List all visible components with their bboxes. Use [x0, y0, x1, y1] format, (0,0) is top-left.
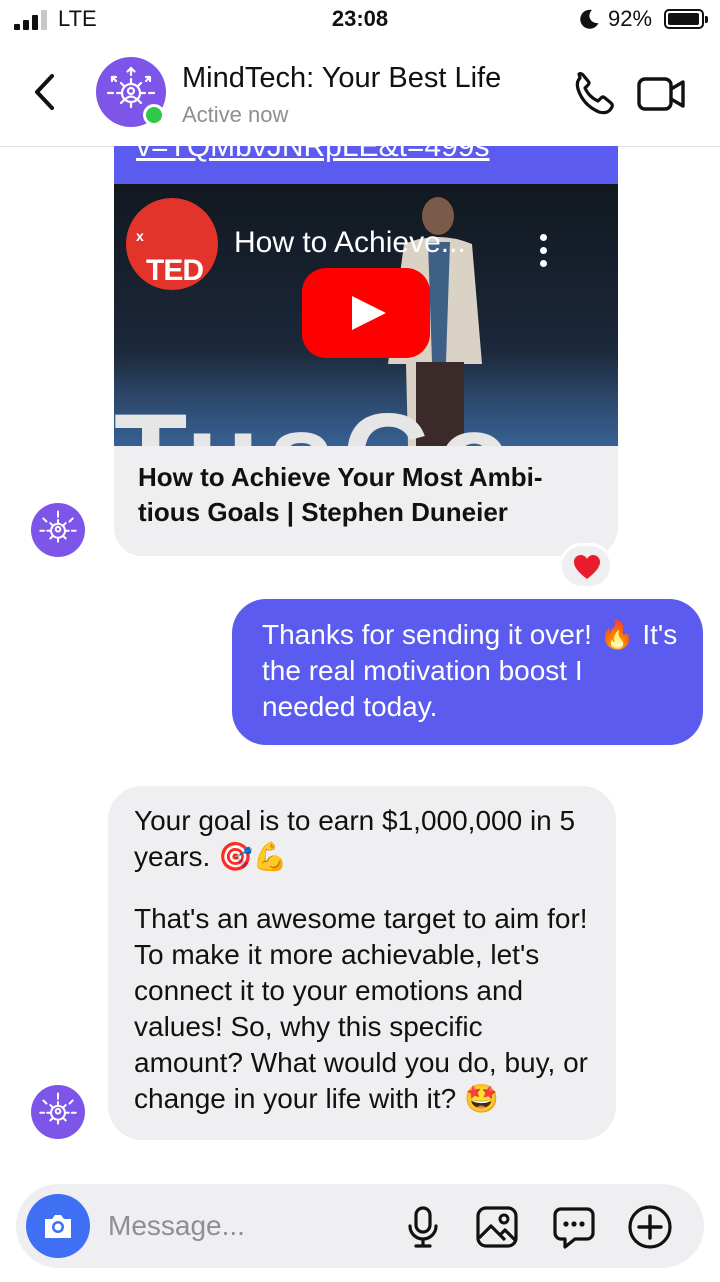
microphone-icon[interactable] [400, 1204, 446, 1250]
ted-logo: TED x [126, 198, 218, 290]
outgoing-message-bubble[interactable]: Thanks for sending it over! 🔥 It's the r… [232, 599, 703, 745]
battery-percentage: 92% [608, 6, 653, 31]
link-title: How to Achieve Your Most Ambi-tious Goal… [138, 462, 543, 527]
incoming-message-bubble[interactable]: Your goal is to earn $1,000,000 in 5 yea… [108, 786, 616, 1140]
gear-people-logo-icon [39, 1092, 77, 1125]
message-input[interactable] [108, 1204, 388, 1248]
do-not-disturb-moon-icon [580, 9, 599, 29]
chat-header: MindTech: Your Best Life Active now [0, 40, 720, 147]
back-chevron-icon[interactable] [30, 70, 60, 114]
online-status-dot [143, 104, 165, 126]
phone-icon[interactable] [570, 70, 620, 120]
sender-avatar[interactable] [31, 1085, 85, 1139]
video-thumbnail[interactable]: TusCo TEDx How to Achieve... [114, 184, 618, 446]
sender-avatar[interactable] [31, 503, 85, 557]
message-paragraph: That's an awesome target to aim for! To … [134, 903, 588, 1114]
status-bar: LTE 23:08 92% [0, 0, 720, 40]
message-reaction[interactable] [559, 543, 613, 589]
gear-people-logo-icon [39, 510, 77, 543]
plus-circle-icon[interactable] [627, 1204, 673, 1250]
message-composer [16, 1184, 704, 1268]
link-preview-card[interactable]: v=TQMbvJNRpLE&t=499s TusCo TEDx How to A… [114, 146, 618, 556]
heart-icon [574, 555, 600, 579]
video-camera-icon[interactable] [636, 74, 688, 114]
stage-letters: TusCo [114, 396, 518, 446]
message-text: Thanks for sending it over! 🔥 It's the r… [262, 619, 678, 722]
camera-button[interactable] [26, 1194, 90, 1258]
camera-icon [45, 1215, 71, 1238]
chat-bubble-icon[interactable] [551, 1204, 597, 1250]
video-title: How to Achieve... [234, 226, 466, 259]
battery-icon [664, 9, 708, 29]
chat-title[interactable]: MindTech: Your Best Life [182, 62, 501, 95]
image-icon[interactable] [474, 1204, 520, 1250]
active-status: Active now [182, 102, 289, 127]
message-paragraph: Your goal is to earn $1,000,000 in 5 yea… [134, 805, 576, 872]
more-options-icon[interactable] [538, 234, 550, 270]
link-url[interactable]: v=TQMbvJNRpLE&t=499s [114, 146, 618, 184]
youtube-play-icon[interactable] [302, 268, 430, 358]
